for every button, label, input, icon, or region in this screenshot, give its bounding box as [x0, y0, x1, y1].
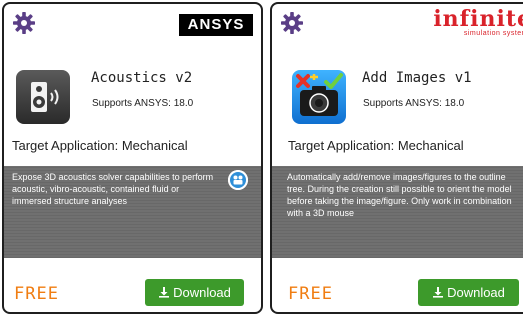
price-label: FREE — [288, 284, 333, 304]
app-card-acoustics: ANSYS Acoustics v2 Supports ANSYS: 18.0 … — [2, 2, 263, 314]
gear-icon[interactable] — [280, 11, 304, 35]
price-label: FREE — [14, 284, 59, 304]
app-title: Acoustics v2 — [91, 70, 193, 86]
download-icon — [433, 287, 444, 298]
download-label: Download — [447, 285, 505, 300]
supports-version: Supports ANSYS: 18.0 — [92, 98, 194, 109]
infinite-logo-word: infinite — [433, 6, 523, 32]
app-title: Add Images v1 — [362, 70, 472, 86]
download-icon — [159, 287, 170, 298]
download-button[interactable]: Download — [418, 279, 519, 306]
description-text: Automatically add/remove images/figures … — [287, 172, 512, 218]
target-application: Target Application: Mechanical — [12, 138, 188, 153]
description-panel: Automatically add/remove images/figures … — [272, 166, 523, 258]
description-text: Expose 3D acoustics solver capabilities … — [12, 172, 214, 206]
ansys-logo: ANSYS — [179, 14, 253, 36]
infinite-logo: infinite simulation systems — [433, 8, 523, 38]
description-panel: Expose 3D acoustics solver capabilities … — [4, 166, 261, 258]
target-application: Target Application: Mechanical — [288, 138, 464, 153]
gear-icon[interactable] — [12, 11, 36, 35]
download-label: Download — [173, 285, 231, 300]
download-button[interactable]: Download — [145, 279, 244, 306]
camera-add-icon — [292, 70, 346, 124]
ansys-logo-text: ANSYS — [187, 16, 245, 33]
speaker-icon — [16, 70, 70, 124]
app-card-add-images: infinite simulation systems Add Images v… — [270, 2, 523, 314]
supports-version: Supports ANSYS: 18.0 — [363, 98, 465, 109]
video-camera-icon[interactable] — [228, 170, 248, 190]
